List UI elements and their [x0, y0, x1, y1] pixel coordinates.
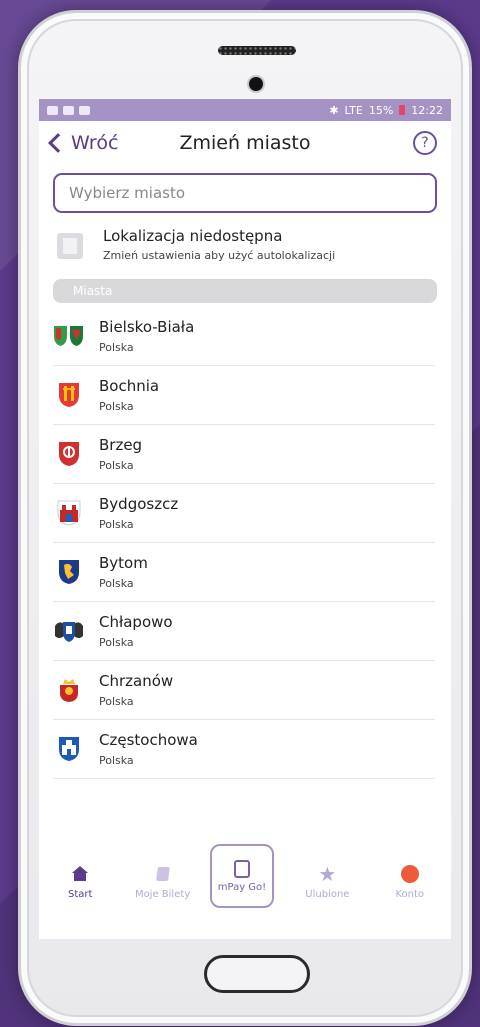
back-label: Wróć: [71, 132, 119, 154]
speaker-grille: [218, 46, 296, 55]
bydgoszcz-crest-icon: [53, 499, 85, 527]
city-list: Bielsko-Biała Polska Bochnia Polska Brze…: [39, 307, 451, 779]
phone-frame: ✱ LTE 15% 12:22 Wróć Zmień miasto ? Loka…: [18, 10, 472, 1026]
list-item-city[interactable]: Chłapowo Polska: [53, 602, 435, 661]
city-country: Polska: [99, 754, 134, 767]
city-search-input[interactable]: [53, 173, 437, 213]
nav-start-label: Start: [67, 888, 93, 900]
nav-tickets-label: Moje Bilety: [134, 888, 191, 900]
chevron-left-icon: [48, 133, 68, 153]
city-text: Bielsko-Biała Polska: [99, 318, 194, 354]
city-country: Polska: [99, 577, 134, 590]
city-country: Polska: [99, 695, 134, 708]
clock: 12:22: [411, 103, 443, 117]
nav-favorites-label: Ulubione: [305, 888, 350, 900]
city-text: Częstochowa Polska: [99, 731, 198, 767]
city-name: Bytom: [99, 554, 148, 572]
nav-start[interactable]: Start: [45, 863, 115, 900]
city-name: Bochnia: [99, 377, 160, 395]
home-icon: [45, 863, 115, 885]
city-text: Bochnia Polska: [99, 377, 159, 413]
home-button[interactable]: [204, 955, 310, 993]
list-item-city[interactable]: Chrzanów Polska: [53, 661, 435, 720]
battery-percent: 15%: [368, 103, 394, 117]
list-item-city[interactable]: Bochnia Polska: [53, 366, 435, 425]
city-building-icon: [57, 233, 83, 259]
city-name: Chrzanów: [99, 672, 174, 690]
search-container: [39, 165, 451, 213]
city-name: Bydgoszcz: [99, 495, 179, 513]
location-subtitle: Zmień ustawienia aby użyć autolokalizacj…: [103, 249, 336, 262]
app-screen: ✱ LTE 15% 12:22 Wróć Zmień miasto ? Loka…: [39, 99, 451, 939]
city-country: Polska: [99, 636, 134, 649]
app-header: Wróć Zmień miasto ?: [39, 121, 451, 165]
status-icons-left: [47, 105, 90, 115]
location-status[interactable]: Lokalizacja niedostępna Zmień ustawienia…: [39, 213, 451, 271]
list-item-city[interactable]: Częstochowa Polska: [53, 720, 435, 779]
ticket-icon: [155, 866, 170, 881]
city-name: Brzeg: [99, 436, 143, 454]
status-icons-right: ✱ LTE 15% 12:22: [329, 104, 443, 117]
city-country: Polska: [99, 518, 134, 531]
bottom-navigation: Start Moje Bilety mPay Go! ★ Ulubione Ko…: [39, 844, 451, 911]
nav-mpay-label: mPay Go!: [217, 881, 267, 893]
city-text: Brzeg Polska: [99, 436, 142, 472]
city-country: Polska: [99, 400, 134, 413]
list-item-city[interactable]: Brzeg Polska: [53, 425, 435, 484]
bielsko-biala-crest-icon: [53, 322, 85, 350]
list-item-city[interactable]: Bydgoszcz Polska: [53, 484, 435, 543]
front-camera: [249, 77, 263, 91]
nav-favorites[interactable]: ★ Ulubione: [292, 863, 362, 900]
city-text: Bydgoszcz Polska: [99, 495, 178, 531]
bag-icon: [79, 105, 90, 115]
section-header-cities: Miasta: [53, 279, 437, 303]
location-title: Lokalizacja niedostępna: [103, 227, 283, 245]
back-button[interactable]: Wróć: [47, 132, 118, 154]
list-item-city[interactable]: Bielsko-Biała Polska: [53, 307, 435, 366]
city-name: Chłapowo: [99, 613, 173, 631]
bus-icon: [233, 859, 250, 878]
city-text: Chrzanów Polska: [99, 672, 173, 708]
network-indicator: LTE: [344, 103, 363, 117]
user-icon: [400, 864, 419, 883]
battery-icon: [399, 105, 406, 115]
city-text: Chłapowo Polska: [99, 613, 173, 649]
nav-tickets[interactable]: Moje Bilety: [128, 863, 198, 900]
bytom-crest-icon: [53, 558, 85, 586]
chrzanow-crest-icon: [53, 676, 85, 704]
help-icon[interactable]: ?: [413, 131, 437, 155]
czestochowa-crest-icon: [53, 735, 85, 763]
city-text: Bytom Polska: [99, 554, 148, 590]
brzeg-crest-icon: [53, 440, 85, 468]
nav-mpay[interactable]: mPay Go!: [209, 844, 280, 908]
list-item-city[interactable]: Bytom Polska: [53, 543, 435, 602]
chlapowo-crest-icon: [53, 617, 85, 645]
star-icon: ★: [318, 861, 337, 886]
nav-account[interactable]: Konto: [375, 863, 445, 900]
location-text: Lokalizacja niedostępna Zmień ustawienia…: [103, 227, 335, 262]
mpay-go-button[interactable]: mPay Go!: [209, 844, 274, 908]
bluetooth-icon: ✱: [329, 103, 339, 117]
bochnia-crest-icon: [53, 381, 85, 409]
status-bar: ✱ LTE 15% 12:22: [39, 99, 451, 121]
city-name: Częstochowa: [99, 731, 198, 749]
nav-account-label: Konto: [395, 888, 425, 900]
city-country: Polska: [99, 341, 134, 354]
gallery-icon: [47, 105, 58, 115]
notification-icon: [63, 105, 74, 115]
city-name: Bielsko-Biała: [99, 318, 195, 336]
city-country: Polska: [99, 459, 134, 472]
